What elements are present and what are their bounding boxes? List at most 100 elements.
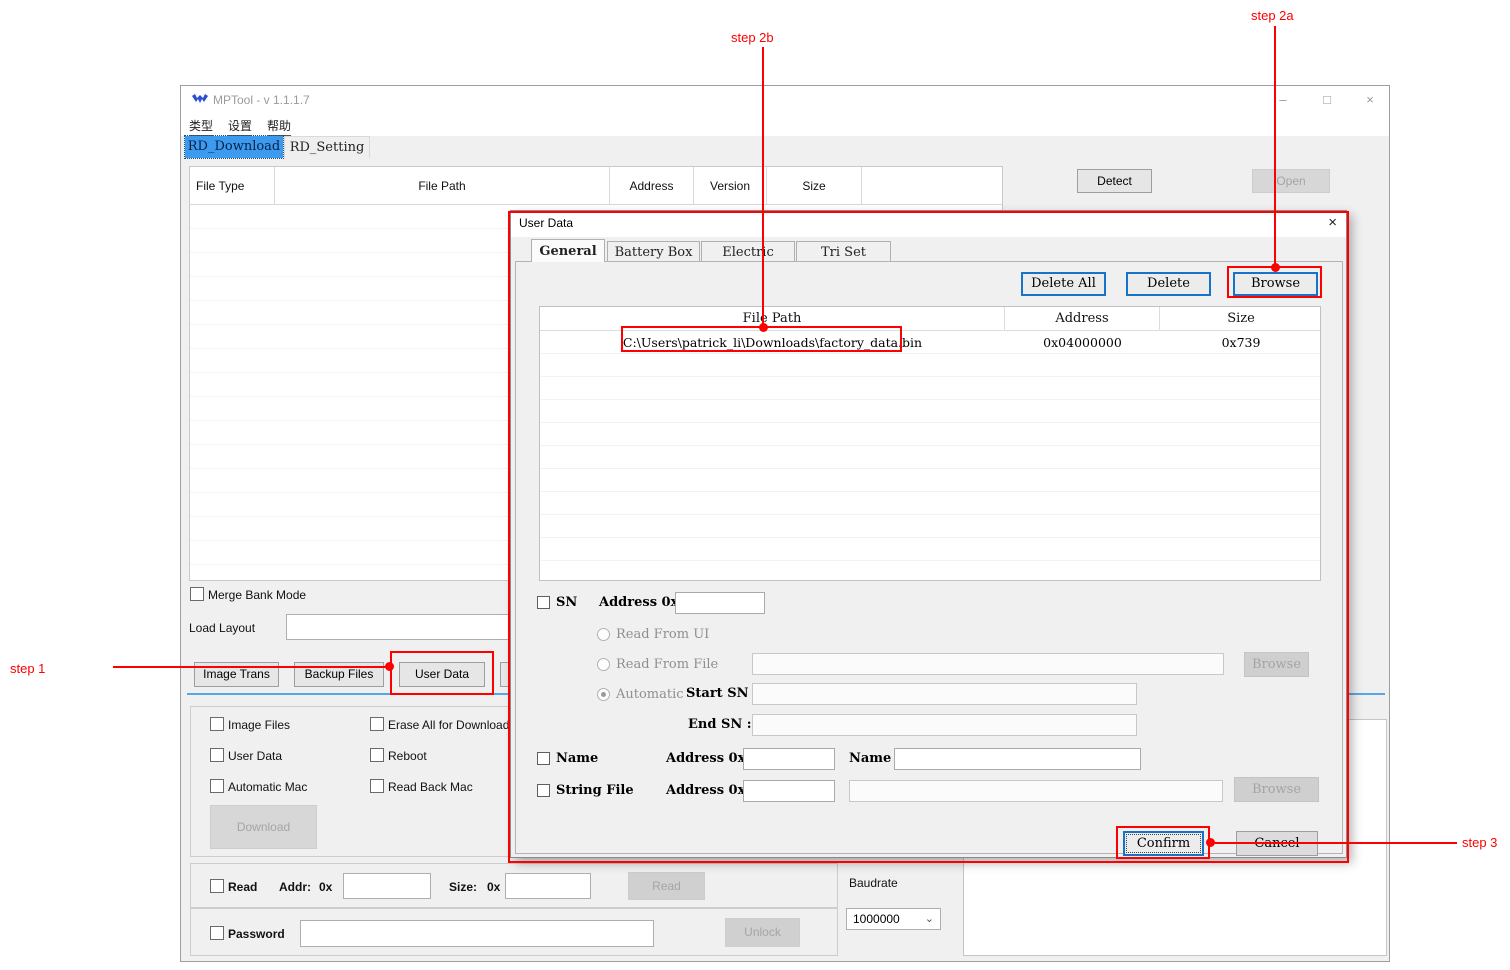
merge-bank-mode-label: Merge Bank Mode [208, 588, 306, 602]
automatic-mac-checkbox[interactable] [210, 779, 224, 793]
erase-all-checkbox[interactable] [370, 717, 384, 731]
user-data-button[interactable]: User Data [399, 662, 485, 687]
read-from-file-radio [597, 658, 610, 671]
reboot-checkbox[interactable] [370, 748, 384, 762]
download-button: Download [210, 805, 317, 849]
password-input[interactable] [300, 920, 654, 947]
cancel-button[interactable]: Cancel [1236, 831, 1318, 856]
size-0x: 0x [487, 880, 500, 894]
confirm-button[interactable]: Confirm [1123, 831, 1204, 856]
file-path-cell[interactable]: C:\Users\patrick_li\Downloads\factory_da… [540, 331, 1005, 354]
menu-help[interactable]: 帮助 [267, 117, 291, 136]
image-files-label: Image Files [228, 718, 290, 732]
automatic-radio [597, 688, 610, 701]
string-file-label: String File [556, 783, 634, 798]
user-data-dialog: User Data × General Battery Box Electric… [510, 210, 1347, 858]
baudrate-dropdown[interactable]: 1000000 ⌄ [846, 908, 941, 930]
reboot-label: Reboot [388, 749, 427, 763]
end-sn-label: End SN : [688, 717, 752, 732]
dialog-tab-battery-box[interactable]: Battery Box [607, 241, 700, 262]
addr-0x: 0x [319, 880, 332, 894]
baudrate-value: 1000000 [853, 912, 900, 926]
size-cell[interactable]: 0x739 [1160, 331, 1322, 354]
start-sn-label: Start SN : [686, 686, 758, 701]
delete-button[interactable]: Delete [1126, 272, 1211, 296]
menu-type[interactable]: 类型 [189, 117, 213, 136]
detect-button[interactable]: Detect [1077, 169, 1152, 193]
read-label: Read [228, 880, 257, 894]
user-data-option-label: User Data [228, 749, 282, 763]
dialog-tab-electric-meter[interactable]: Electric Meter [701, 241, 795, 262]
string-file-address-input[interactable] [743, 780, 835, 802]
password-group: Password Unlock [190, 908, 838, 956]
open-button: Open [1252, 169, 1330, 193]
main-tab-bar: RD_Download RD_Setting [181, 136, 1389, 158]
image-trans-button[interactable]: Image Trans [194, 662, 279, 687]
dialog-col-file-path: File Path [540, 307, 1005, 331]
col-version: Version [694, 167, 767, 205]
password-checkbox[interactable] [210, 926, 224, 940]
start-sn-input [752, 683, 1137, 705]
password-label: Password [228, 927, 285, 941]
delete-all-button[interactable]: Delete All [1021, 272, 1106, 296]
menu-settings[interactable]: 设置 [228, 117, 252, 136]
name-value-label: Name [849, 751, 891, 766]
sn-address-input[interactable] [675, 592, 765, 614]
name-address-input[interactable] [743, 748, 835, 770]
col-file-path: File Path [275, 167, 610, 205]
close-button[interactable]: × [1349, 86, 1391, 114]
name-address-label: Address 0x [666, 751, 745, 766]
automatic-mac-label: Automatic Mac [228, 780, 307, 794]
name-label: Name [556, 751, 598, 766]
erase-all-label: Erase All for Download [388, 718, 509, 732]
dialog-table-body[interactable] [540, 331, 1320, 580]
read-from-file-input [752, 653, 1224, 675]
tab-rd-setting[interactable]: RD_Setting [284, 136, 370, 158]
read-size-input[interactable] [505, 873, 591, 899]
read-group: Read Addr: 0x Size: 0x Read [190, 863, 838, 908]
annotation-label-step1: step 1 [10, 661, 45, 676]
maximize-button[interactable]: □ [1305, 86, 1349, 114]
browse-button[interactable]: Browse [1233, 272, 1318, 296]
col-address: Address [610, 167, 694, 205]
sn-checkbox[interactable] [537, 596, 550, 609]
read-checkbox[interactable] [210, 879, 224, 893]
read-back-mac-label: Read Back Mac [388, 780, 473, 794]
dialog-title-bar: User Data × [511, 211, 1346, 237]
tab-rd-download[interactable]: RD_Download [185, 136, 283, 158]
string-file-checkbox[interactable] [537, 784, 550, 797]
read-back-mac-checkbox[interactable] [370, 779, 384, 793]
annotation-label-step2a: step 2a [1251, 8, 1294, 23]
user-data-checkbox[interactable] [210, 748, 224, 762]
annotation-label-step2b: step 2b [731, 30, 774, 45]
sn-address-label: Address 0x [599, 595, 678, 610]
dialog-close-icon[interactable]: × [1328, 214, 1337, 231]
name-checkbox[interactable] [537, 752, 550, 765]
read-from-ui-label: Read From UI [616, 627, 709, 642]
load-layout-label: Load Layout [189, 621, 255, 635]
menu-bar: 类型 设置 帮助 [181, 114, 1389, 136]
unlock-button: Unlock [725, 918, 800, 947]
automatic-label: Automatic [616, 687, 684, 702]
image-files-checkbox[interactable] [210, 717, 224, 731]
col-size: Size [767, 167, 862, 205]
end-sn-input [752, 714, 1137, 736]
file-table-header: File Type File Path Address Version Size [190, 167, 1002, 205]
dialog-tab-tri-set[interactable]: Tri Set [796, 241, 891, 262]
dialog-file-table: File Path Address Size C:\Users\patrick_… [539, 306, 1321, 581]
col-extra [862, 167, 1004, 205]
name-value-input[interactable] [894, 748, 1141, 770]
read-addr-input[interactable] [343, 873, 431, 899]
sn-browse-button: Browse [1244, 652, 1309, 677]
baudrate-label: Baudrate [849, 876, 898, 890]
address-cell[interactable]: 0x04000000 [1005, 331, 1160, 354]
string-file-browse-button: Browse [1234, 777, 1319, 802]
read-button: Read [628, 872, 705, 900]
dialog-table-header: File Path Address Size [540, 307, 1320, 331]
size-label: Size: [449, 880, 477, 894]
col-file-type: File Type [190, 167, 275, 205]
minimize-button[interactable]: – [1261, 86, 1305, 114]
backup-files-button[interactable]: Backup Files [294, 662, 384, 687]
dialog-tab-general[interactable]: General [531, 239, 605, 262]
merge-bank-mode-checkbox[interactable] [190, 587, 204, 601]
